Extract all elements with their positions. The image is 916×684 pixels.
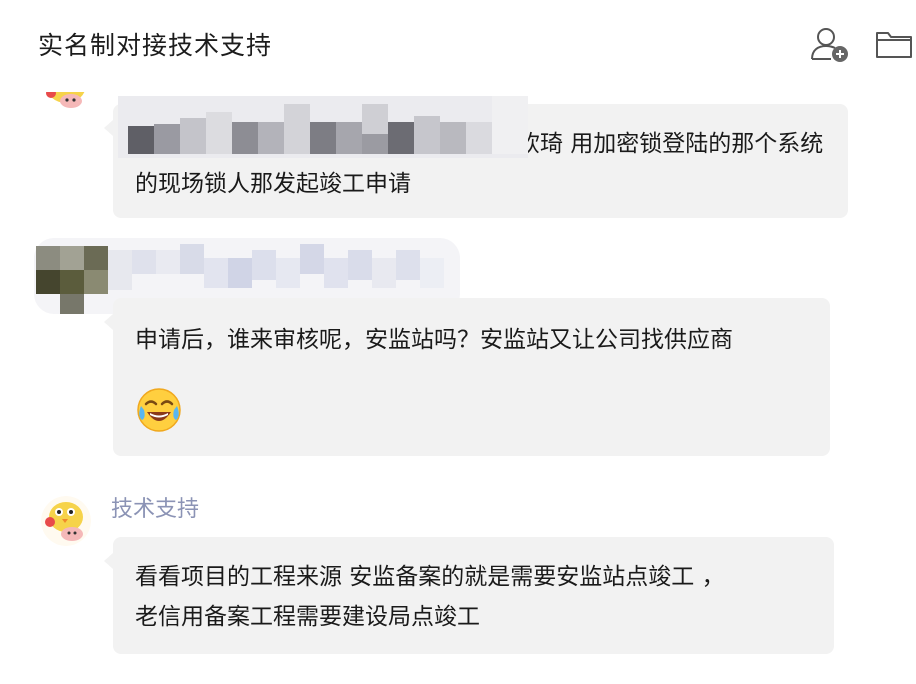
message-bubble[interactable]: 看看项目的工程来源 安监备案的就是需要安监站点竣工 ， 老信用备案工程需要建设局… [104,537,834,654]
message-line: 申请后，谁来审核呢，安监站吗？安监站又让公司找供应商 [135,327,733,353]
sender-name: 技术支持 [111,497,200,522]
redacted-text-mosaic [118,96,528,158]
tech-support-avatar[interactable] [41,496,91,546]
add-member-icon[interactable] [809,26,851,64]
message-line: 看看项目的工程来源 安监备案的就是需要安监站点竣工 ， [135,564,725,590]
chat-header: 实名制对接技术支持 [0,0,916,92]
message-line: 的现场锁人那发起竣工申请 [135,171,411,197]
folder-icon[interactable] [875,26,913,62]
message-bubble[interactable]: 申请后，谁来审核呢，安监站吗？安监站又让公司找供应商 [104,298,830,456]
message-line: 老信用备案工程需要建设局点竣工 [135,604,480,630]
tears-of-joy-emoji [135,386,183,434]
chat-title: 实名制对接技术支持 [38,31,273,60]
